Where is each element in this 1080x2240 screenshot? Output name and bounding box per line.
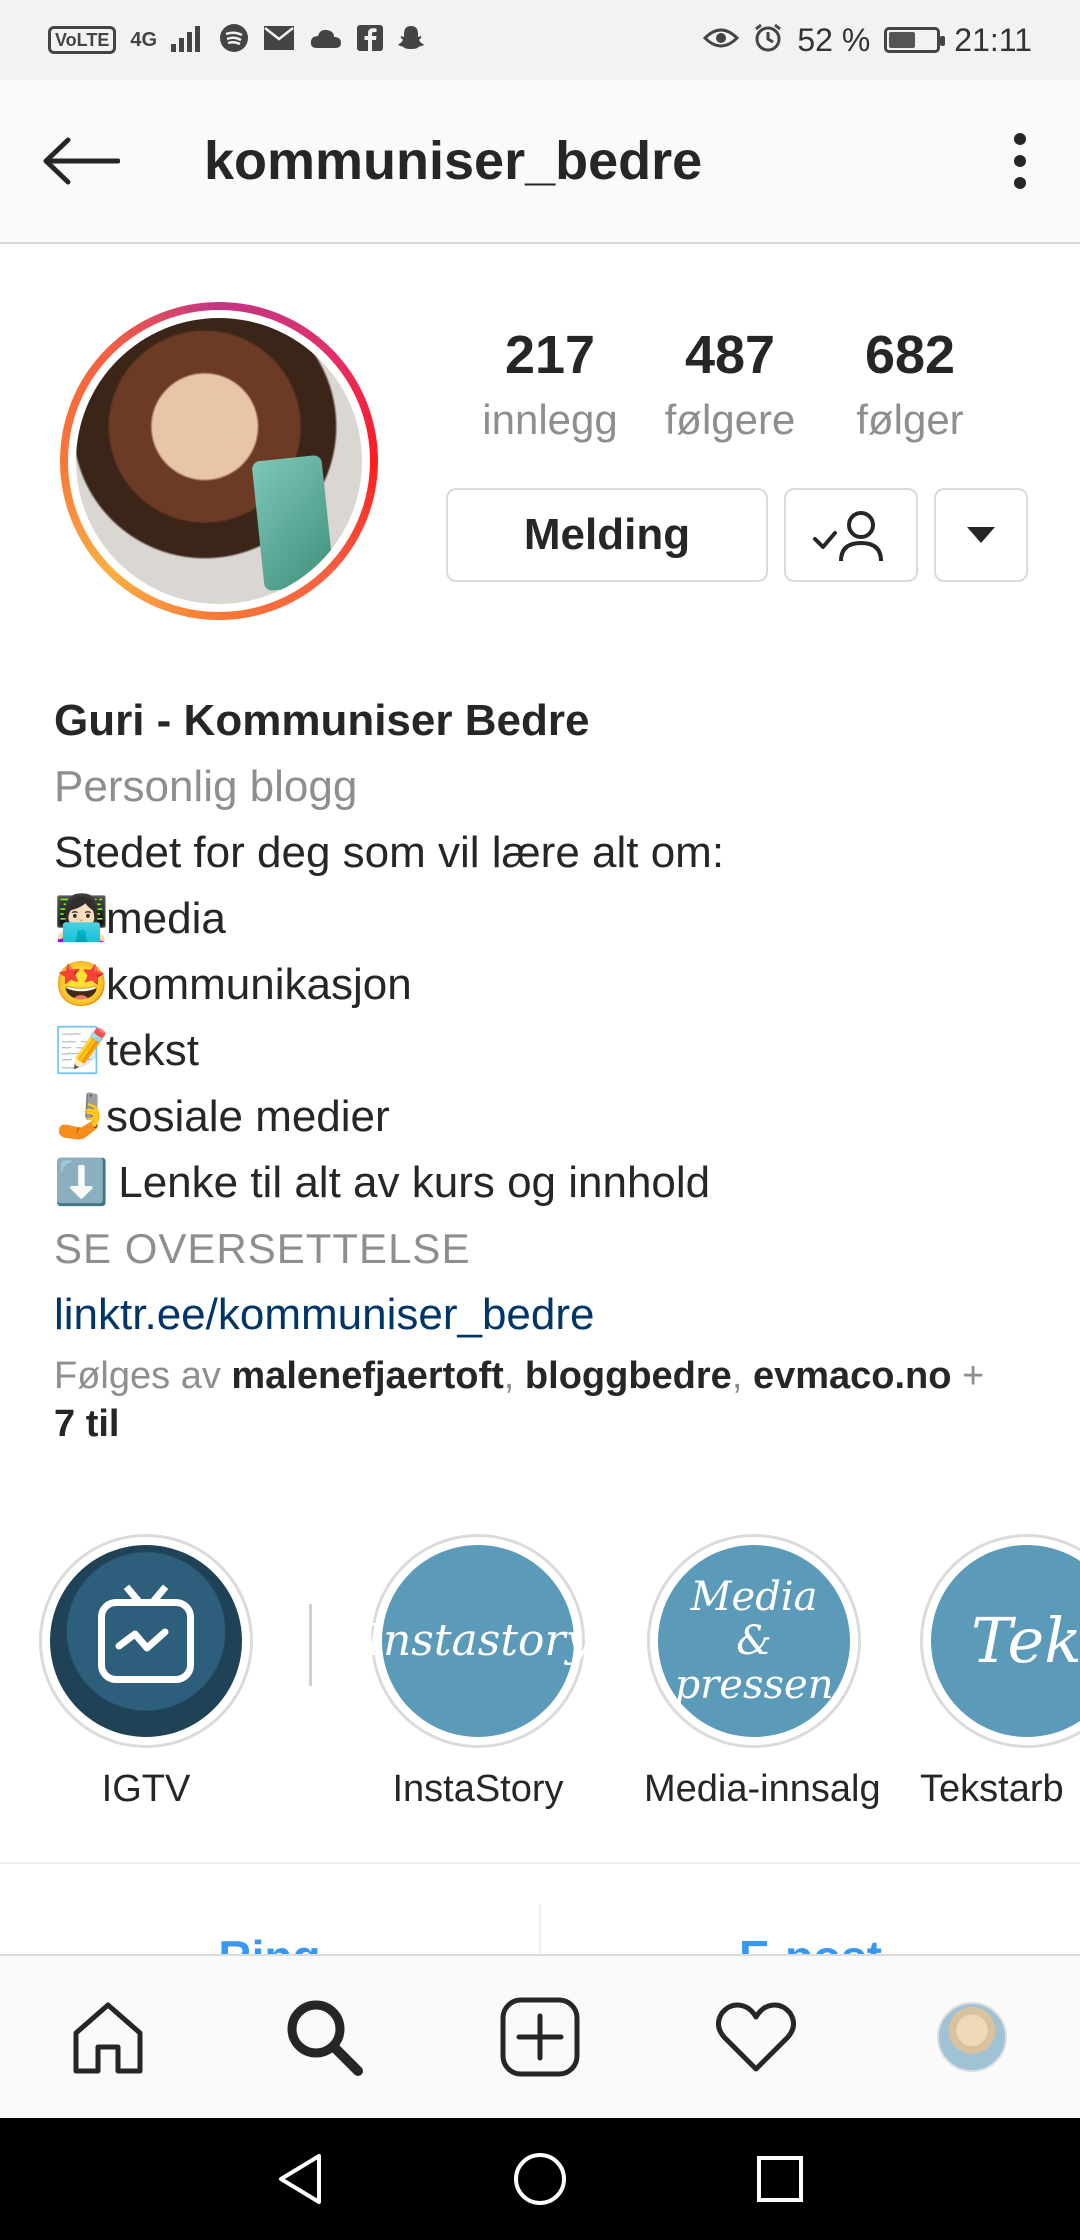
followers-count: 487 [684,325,776,385]
tab-profile[interactable] [897,1962,1047,2112]
nav-back-button[interactable] [245,2124,355,2234]
tab-activity[interactable] [681,1962,831,2112]
highlight-cover: Instastory [366,1545,590,1737]
followed-by-text[interactable]: Følges av malenefjaertoft, bloggbedre, e… [54,1352,1034,1448]
following-count: 682 [864,325,956,385]
profile-category: Personlig blogg [54,762,358,811]
highlight-label: InstaStory [392,1768,564,1810]
tab-new-post[interactable] [465,1962,615,2112]
tab-home[interactable] [33,1962,183,2112]
clock: 21:11 [954,21,1032,58]
posts-label: innlegg [482,396,618,443]
more-options-button[interactable] [960,79,1080,243]
stat-followers[interactable]: 487 følgere [640,320,820,450]
memo-emoji-icon: 📝 [54,1026,109,1075]
highlight-cover [50,1545,242,1737]
contact-buttons: Ring E-post [0,1862,1080,1964]
bio-website-link[interactable]: linktr.ee/kommuniser_bedre [54,1282,1034,1348]
heart-icon [716,2002,796,2072]
bio-intro: Stedet for deg som vil lære alt om: [54,828,725,877]
alarm-icon [753,23,783,58]
down-arrow-emoji-icon: ⬇️ [54,1158,109,1207]
cloud-icon [309,26,343,54]
caret-down-icon [967,527,995,543]
add-post-icon [500,1997,580,2077]
mutual-follower: evmaco.no [752,1355,952,1397]
top-app-bar: kommuniser_bedre [0,80,1080,244]
tab-search[interactable] [249,1962,399,2112]
profile-avatar-story-ring[interactable] [60,302,378,620]
profile-stats: 217 innlegg 487 følgere 682 følger [460,320,1000,450]
battery-icon [884,27,946,53]
technologist-emoji-icon: 👩🏻‍💻 [54,894,109,943]
bio-line: 📝tekst [54,1018,1034,1084]
stat-posts[interactable]: 217 innlegg [460,320,640,450]
profile-username-title: kommuniser_bedre [204,131,703,191]
square-recents-icon [757,2156,803,2202]
bio-line: 🤩kommunikasjon [54,952,1034,1018]
highlight-label: IGTV [101,1768,191,1810]
email-button[interactable]: E-post [541,1864,1080,1962]
highlight-cover: Tekst [931,1545,1080,1737]
circle-home-icon [514,2153,566,2205]
home-icon [73,2002,143,2074]
highlight-igtv[interactable]: IGTV [36,1534,256,1811]
status-right: 52 % 21:11 [703,22,1032,59]
back-arrow-icon [43,137,120,185]
profile-avatar-small [937,2002,1007,2072]
status-bar: VoLTE 4G 52 % 21:11 [0,0,1080,80]
mutual-follower: bloggbedre [524,1355,732,1397]
star-struck-emoji-icon: 🤩 [54,960,109,1009]
user-check-icon [813,511,883,562]
network-type: 4G [130,29,158,51]
back-button[interactable] [0,79,160,243]
highlight-label: Tekstarb [920,1768,1064,1810]
search-icon [287,2000,363,2076]
stat-following[interactable]: 682 følger [820,320,1000,450]
more-followers-count: 7 til [54,1403,120,1445]
status-left: VoLTE 4G [48,23,425,58]
bottom-tab-bar [0,1954,1080,2118]
nav-home-button[interactable] [485,2124,595,2234]
profile-full-name: Guri - Kommuniser Bedre [54,696,590,745]
profile-actions: Melding [446,488,1028,582]
signal-icon [171,24,205,57]
story-highlights-tray: IGTV Instastory InstaStory Media & press… [0,1534,1080,1824]
posts-count: 217 [504,325,596,385]
profile-avatar [76,318,362,604]
bio-line: 🤳sosiale medier [54,1084,1034,1150]
highlight-cover: Media & pressen [658,1545,850,1737]
battery-fill [889,32,916,48]
followers-label: følgere [664,396,796,443]
bio-line: ⬇️ Lenke til alt av kurs og innhold [54,1150,1034,1216]
see-translation-link[interactable]: SE OVERSETTELSE [54,1216,1034,1282]
system-navigation-bar [0,2118,1080,2240]
message-button[interactable]: Melding [446,488,768,582]
call-button[interactable]: Ring [0,1864,539,1962]
bio-line: 👩🏻‍💻media [54,886,1034,952]
following-label: følger [856,396,964,443]
spotify-icon [219,23,249,58]
mutual-follower: malenefjaertoft [231,1355,504,1397]
volte-icon: VoLTE [48,26,117,54]
mail-icon [263,25,295,56]
profile-bio: Guri - Kommuniser Bedre Personlig blogg … [54,688,1034,1348]
highlight-media-innsalg[interactable]: Media & pressen Media-innsalg [644,1534,881,1811]
facebook-icon [357,24,384,56]
nav-recents-button[interactable] [725,2124,835,2234]
snapchat-icon [397,24,425,57]
triangle-back-icon [279,2154,321,2204]
highlight-tekstarb[interactable]: Tekst Tekstarb [920,1534,1080,1811]
igtv-icon [98,1599,194,1683]
highlight-label: Media-innsalg [644,1768,881,1810]
suggestions-dropdown-button[interactable] [934,488,1028,582]
more-vertical-icon [1014,133,1026,189]
highlight-instastory[interactable]: Instastory InstaStory [366,1534,590,1811]
eye-icon [703,26,740,55]
following-status-button[interactable] [784,488,918,582]
battery-percent: 52 % [797,21,871,58]
selfie-emoji-icon: 🤳 [54,1092,109,1141]
highlights-divider [309,1604,312,1686]
